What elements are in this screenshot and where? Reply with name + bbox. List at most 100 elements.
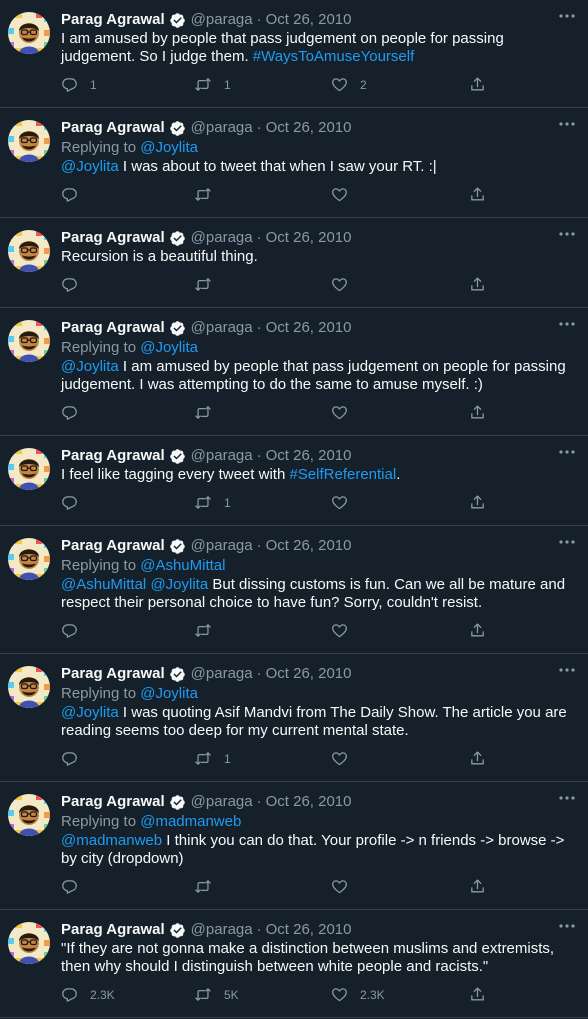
tweet-date[interactable]: Oct 26, 2010 xyxy=(266,228,352,248)
replying-to-handle-link[interactable]: @madmanweb xyxy=(140,813,241,830)
author-name[interactable]: Parag Agrawal xyxy=(61,792,165,812)
author-name[interactable]: Parag Agrawal xyxy=(61,228,165,248)
like-button[interactable] xyxy=(331,186,360,203)
like-button[interactable] xyxy=(331,404,360,421)
retweet-button[interactable] xyxy=(194,186,224,203)
more-options-icon[interactable] xyxy=(558,536,576,548)
reply-button[interactable] xyxy=(61,750,90,767)
avatar[interactable] xyxy=(8,922,50,964)
like-button[interactable]: 2 xyxy=(331,76,367,93)
avatar[interactable] xyxy=(8,448,50,490)
like-button[interactable] xyxy=(331,750,360,767)
reply-button[interactable]: 1 xyxy=(61,76,97,93)
retweet-button[interactable]: 1 xyxy=(194,494,231,511)
more-options-icon[interactable] xyxy=(558,792,576,804)
retweet-button[interactable] xyxy=(194,404,224,421)
replying-to-handle-link[interactable]: @Joylita xyxy=(140,139,198,156)
author-handle[interactable]: @paraga xyxy=(191,446,253,466)
like-button[interactable] xyxy=(331,878,360,895)
avatar[interactable] xyxy=(8,320,50,362)
tweet-text-link[interactable]: #SelfReferential xyxy=(289,466,396,483)
share-button[interactable] xyxy=(469,750,498,767)
share-button[interactable] xyxy=(469,878,498,895)
share-button[interactable] xyxy=(469,986,498,1003)
share-button[interactable] xyxy=(469,76,498,93)
reply-button[interactable] xyxy=(61,276,90,293)
avatar[interactable] xyxy=(8,120,50,162)
tweet[interactable]: Parag Agrawal @paraga · Oct 26, 2010 Rep… xyxy=(0,108,588,218)
author-handle[interactable]: @paraga xyxy=(191,10,253,30)
tweet[interactable]: Parag Agrawal @paraga · Oct 26, 2010 Rep… xyxy=(0,782,588,910)
avatar[interactable] xyxy=(8,12,50,54)
tweet[interactable]: Parag Agrawal @paraga · Oct 26, 2010 I a… xyxy=(0,0,588,108)
retweet-button[interactable]: 1 xyxy=(194,750,231,767)
tweet-date[interactable]: Oct 26, 2010 xyxy=(266,920,352,940)
author-name[interactable]: Parag Agrawal xyxy=(61,920,165,940)
replying-to-handle-link[interactable]: @AshuMittal xyxy=(140,557,225,574)
tweet-date[interactable]: Oct 26, 2010 xyxy=(266,118,352,138)
tweet-text-link[interactable]: @AshuMittal xyxy=(61,576,146,593)
reply-button[interactable] xyxy=(61,186,90,203)
like-button[interactable] xyxy=(331,494,360,511)
tweet[interactable]: Parag Agrawal @paraga · Oct 26, 2010 Rep… xyxy=(0,654,588,782)
more-options-icon[interactable] xyxy=(558,318,576,330)
share-button[interactable] xyxy=(469,622,498,639)
author-handle[interactable]: @paraga xyxy=(191,118,253,138)
avatar[interactable] xyxy=(8,230,50,272)
tweet[interactable]: Parag Agrawal @paraga · Oct 26, 2010 Rec… xyxy=(0,218,588,308)
replying-to-handle-link[interactable]: @Joylita xyxy=(140,685,198,702)
more-options-icon[interactable] xyxy=(558,920,576,932)
avatar[interactable] xyxy=(8,794,50,836)
author-handle[interactable]: @paraga xyxy=(191,792,253,812)
author-handle[interactable]: @paraga xyxy=(191,318,253,338)
retweet-button[interactable]: 5K xyxy=(194,986,239,1003)
tweet-text-link[interactable]: @Joylita xyxy=(150,576,208,593)
share-button[interactable] xyxy=(469,186,498,203)
author-name[interactable]: Parag Agrawal xyxy=(61,318,165,338)
tweet-date[interactable]: Oct 26, 2010 xyxy=(266,792,352,812)
tweet-date[interactable]: Oct 26, 2010 xyxy=(266,318,352,338)
avatar[interactable] xyxy=(8,666,50,708)
tweet-date[interactable]: Oct 26, 2010 xyxy=(266,10,352,30)
tweet[interactable]: Parag Agrawal @paraga · Oct 26, 2010 Rep… xyxy=(0,308,588,436)
share-button[interactable] xyxy=(469,404,498,421)
reply-button[interactable]: 2.3K xyxy=(61,986,115,1003)
tweet-text-link[interactable]: @Joylita xyxy=(61,704,119,721)
like-button[interactable]: 2.3K xyxy=(331,986,385,1003)
retweet-button[interactable]: 1 xyxy=(194,76,231,93)
author-name[interactable]: Parag Agrawal xyxy=(61,536,165,556)
more-options-icon[interactable] xyxy=(558,228,576,240)
tweet[interactable]: Parag Agrawal @paraga · Oct 26, 2010 I f… xyxy=(0,436,588,526)
tweet-text-link[interactable]: @madmanweb xyxy=(61,832,162,849)
reply-button[interactable] xyxy=(61,622,90,639)
author-name[interactable]: Parag Agrawal xyxy=(61,10,165,30)
tweet-date[interactable]: Oct 26, 2010 xyxy=(266,536,352,556)
tweet-date[interactable]: Oct 26, 2010 xyxy=(266,446,352,466)
like-button[interactable] xyxy=(331,622,360,639)
reply-button[interactable] xyxy=(61,404,90,421)
tweet-text-link[interactable]: @Joylita xyxy=(61,358,119,375)
author-handle[interactable]: @paraga xyxy=(191,920,253,940)
reply-button[interactable] xyxy=(61,878,90,895)
author-handle[interactable]: @paraga xyxy=(191,664,253,684)
author-name[interactable]: Parag Agrawal xyxy=(61,118,165,138)
tweet[interactable]: Parag Agrawal @paraga · Oct 26, 2010 "If… xyxy=(0,910,588,1018)
tweet-text-link[interactable]: #WaysToAmuseYourself xyxy=(253,48,414,65)
more-options-icon[interactable] xyxy=(558,118,576,130)
tweet-date[interactable]: Oct 26, 2010 xyxy=(266,664,352,684)
share-button[interactable] xyxy=(469,494,498,511)
author-handle[interactable]: @paraga xyxy=(191,228,253,248)
retweet-button[interactable] xyxy=(194,276,224,293)
avatar[interactable] xyxy=(8,538,50,580)
retweet-button[interactable] xyxy=(194,878,224,895)
more-options-icon[interactable] xyxy=(558,10,576,22)
replying-to-handle-link[interactable]: @Joylita xyxy=(140,339,198,356)
like-button[interactable] xyxy=(331,276,360,293)
more-options-icon[interactable] xyxy=(558,446,576,458)
retweet-button[interactable] xyxy=(194,622,224,639)
author-name[interactable]: Parag Agrawal xyxy=(61,664,165,684)
reply-button[interactable] xyxy=(61,494,90,511)
author-handle[interactable]: @paraga xyxy=(191,536,253,556)
author-name[interactable]: Parag Agrawal xyxy=(61,446,165,466)
tweet[interactable]: Parag Agrawal @paraga · Oct 26, 2010 Rep… xyxy=(0,526,588,654)
